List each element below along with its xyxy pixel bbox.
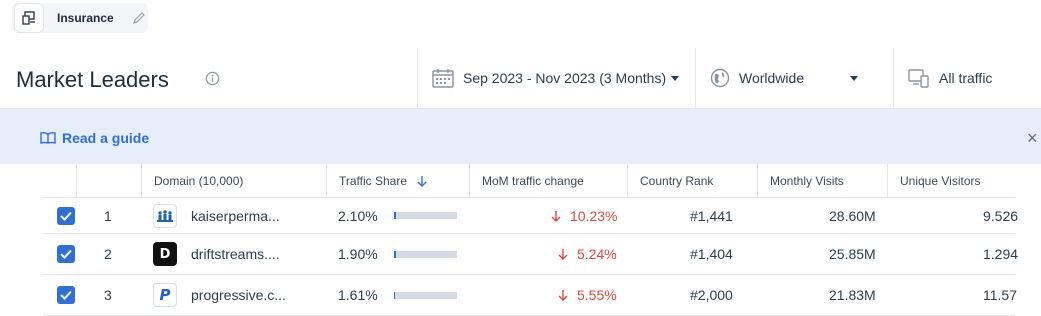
country-rank-value: #1,404 bbox=[690, 246, 733, 262]
unique-visitors-value: 11.57 bbox=[983, 287, 1017, 303]
row-checkbox[interactable] bbox=[57, 198, 75, 233]
rank-column-header bbox=[76, 164, 141, 197]
country-rank-column-header[interactable]: Country Rank bbox=[627, 164, 757, 197]
monthly-visits-value: 21.83M bbox=[829, 287, 876, 303]
row-rank: 3 bbox=[104, 287, 112, 303]
unique-visitors-value: 9.526 bbox=[983, 207, 1019, 224]
traffic-share-bar bbox=[393, 291, 457, 299]
book-icon bbox=[40, 131, 56, 149]
unique-visitors-column-header[interactable]: Unique Visitors bbox=[887, 164, 1015, 197]
country-rank-value: #2,000 bbox=[690, 287, 733, 303]
traffic-share-column-header[interactable]: Traffic Share bbox=[326, 164, 469, 197]
monthly-visits-value: 28.60M bbox=[829, 207, 876, 224]
leaders-table: Domain (10,000) Traffic Share MoM traffi… bbox=[43, 164, 1019, 316]
traffic-share-bar bbox=[393, 250, 457, 258]
unique-visitors-value: 1.294 bbox=[983, 246, 1019, 262]
top-bar: Insurance bbox=[0, 0, 1041, 49]
domain-column-header[interactable]: Domain (10,000) bbox=[141, 164, 326, 197]
traffic-share-value: 2.10% bbox=[338, 198, 457, 233]
traffic-source-value: All traffic bbox=[939, 70, 993, 86]
country-filter[interactable]: Worldwide bbox=[695, 48, 894, 108]
arrow-down-icon bbox=[558, 289, 568, 301]
domain-name[interactable]: progressive.c... bbox=[191, 275, 286, 315]
guide-banner: Read a guide × bbox=[0, 109, 1041, 164]
select-column-header bbox=[43, 164, 76, 197]
monthly-visits-column-header[interactable]: Monthly Visits bbox=[757, 164, 887, 197]
traffic-share-value: 1.90% bbox=[338, 234, 457, 274]
mom-change-value: 5.55% bbox=[558, 275, 617, 315]
country-rank-value: #1,441 bbox=[690, 207, 733, 224]
chevron-down-icon bbox=[850, 75, 859, 81]
domain-name[interactable]: driftstreams.... bbox=[191, 234, 280, 274]
table-row[interactable]: 1 kaiserperma... 2.10% 10.23% #1,441 28.… bbox=[43, 198, 1019, 234]
country-value: Worldwide bbox=[739, 70, 805, 86]
mom-change-value: 5.24% bbox=[558, 234, 617, 274]
table-row[interactable]: 3 P progressive.c... 1.61% 5.55% #2,000 … bbox=[43, 275, 1017, 316]
row-checkbox[interactable] bbox=[57, 234, 75, 274]
arrow-down-icon bbox=[558, 248, 568, 260]
domain-favicon bbox=[153, 198, 177, 233]
read-guide-link[interactable]: Read a guide bbox=[62, 130, 149, 146]
row-checkbox[interactable] bbox=[57, 275, 75, 315]
globe-icon bbox=[710, 68, 730, 88]
domain-favicon: P bbox=[153, 275, 177, 315]
chevron-down-icon bbox=[671, 75, 680, 81]
monthly-visits-value: 25.85M bbox=[829, 246, 876, 262]
date-range-filter[interactable]: Sep 2023 - Nov 2023 (3 Months) bbox=[417, 48, 696, 108]
edit-pencil-icon[interactable] bbox=[132, 11, 146, 25]
traffic-share-value: 1.61% bbox=[338, 275, 457, 315]
mom-change-column-header[interactable]: MoM traffic change bbox=[469, 164, 627, 197]
domain-name[interactable]: kaiserperma... bbox=[191, 198, 280, 233]
info-icon[interactable] bbox=[205, 71, 220, 91]
industry-icon bbox=[14, 3, 44, 33]
sort-arrow-down-icon bbox=[417, 175, 427, 187]
arrow-down-icon bbox=[551, 210, 561, 222]
date-range-value: Sep 2023 - Nov 2023 (3 Months) bbox=[463, 70, 667, 86]
table-header: Domain (10,000) Traffic Share MoM traffi… bbox=[43, 164, 1015, 198]
table-row[interactable]: 2 D driftstreams.... 1.90% 5.24% #1,404 … bbox=[43, 234, 1019, 275]
mom-change-value: 10.23% bbox=[551, 198, 617, 233]
row-rank: 2 bbox=[104, 246, 112, 262]
industry-chip[interactable]: Insurance bbox=[12, 3, 148, 33]
traffic-share-bar bbox=[393, 212, 457, 219]
industry-label: Insurance bbox=[57, 11, 114, 25]
domain-favicon: D bbox=[153, 234, 177, 274]
close-icon[interactable]: × bbox=[1027, 129, 1038, 147]
devices-icon bbox=[908, 68, 930, 88]
page-title: Market Leaders bbox=[16, 67, 169, 92]
calendar-icon bbox=[432, 68, 454, 88]
traffic-source-filter[interactable]: All traffic bbox=[893, 48, 1041, 108]
page-header: Market Leaders Sep 2023 - Nov 2023 (3 Mo… bbox=[0, 48, 1041, 109]
row-rank: 1 bbox=[104, 207, 112, 224]
